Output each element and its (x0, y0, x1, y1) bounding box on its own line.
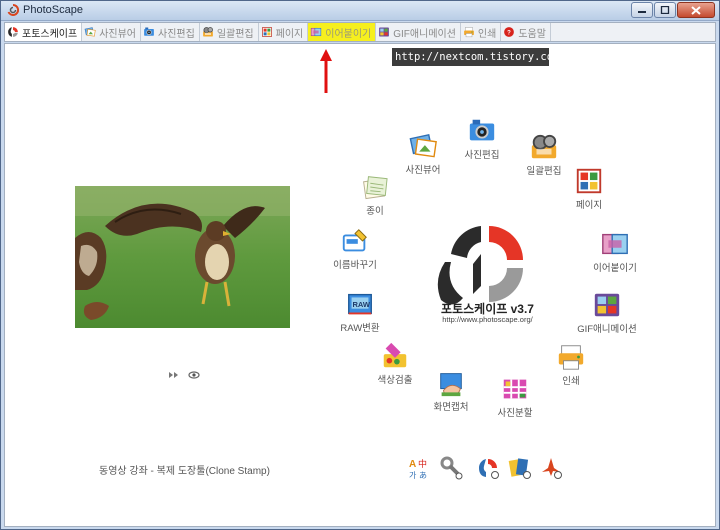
app-website-url[interactable]: http://www.photoscape.org/ (425, 315, 550, 324)
slideshow-icon[interactable] (167, 370, 179, 380)
minimize-button[interactable] (631, 2, 653, 18)
tab-page[interactable]: 페이지 (259, 23, 309, 41)
tab-editor[interactable]: 사진편집 (141, 23, 200, 41)
combine-icon (575, 229, 655, 259)
help-icon: ? (503, 26, 515, 38)
photoscape-app-icon (7, 4, 19, 16)
svg-text:A: A (409, 459, 416, 470)
svg-text:RAW: RAW (353, 300, 371, 309)
paper-icon (335, 172, 415, 202)
tab-print[interactable]: 인쇄 (461, 23, 502, 41)
photoscape-mini-logo-icon[interactable] (476, 456, 500, 480)
gif-icon (567, 290, 647, 320)
watermark-url: http://nextcom.tistory.com (392, 48, 559, 66)
page-icon (261, 26, 273, 38)
svg-text:中: 中 (418, 458, 427, 470)
photoscape-icon (7, 26, 19, 38)
tab-label: 이어붙이기 (325, 28, 372, 40)
close-button[interactable] (677, 2, 715, 18)
tab-batch[interactable]: 일괄편집 (200, 23, 259, 41)
tab-label: 일괄편집 (216, 28, 254, 40)
tab-bar: 포토스케이프 사진뷰어 사진편집 일괄편집 페이지 이어붙이기 GIF애니메이션 인쇄? 도움말 (4, 22, 716, 42)
tab-viewer[interactable]: 사진뷰어 (82, 23, 142, 41)
raw-icon: RAW (320, 289, 400, 319)
tab-label: GIF애니메이션 (393, 28, 456, 40)
svg-text:?: ? (507, 30, 511, 36)
viewer-icon (84, 26, 96, 38)
menu-item-label: 페이지 (575, 200, 603, 211)
tools-wrench-icon[interactable] (439, 456, 463, 480)
preview-photo (75, 186, 290, 328)
combine-icon (310, 26, 322, 38)
tab-label: 인쇄 (477, 28, 497, 40)
tab-home[interactable]: 포토스케이프 (5, 23, 83, 41)
window-title: PhotoScape (23, 4, 83, 16)
menu-item-label: GIF애니메이션 (577, 324, 637, 335)
maximize-icon (660, 6, 670, 14)
svg-text:あ: あ (419, 471, 427, 480)
maximize-button[interactable] (654, 2, 676, 18)
red-arrow-annotation (320, 49, 332, 93)
pdf-tool-icon[interactable] (508, 456, 532, 480)
tab-label: 포토스케이프 (22, 28, 78, 40)
menu-item-split[interactable]: 사진분할 (475, 374, 555, 419)
minimize-icon (638, 11, 646, 13)
gif-icon (378, 26, 390, 38)
menu-item-label: RAW변환 (340, 323, 380, 334)
batch-icon (202, 26, 214, 38)
main-panel: http://nextcom.tistory.com 동영상 강좌 - 복제 도… (4, 43, 716, 527)
photoscape-logo[interactable] (437, 214, 537, 314)
svg-text:가: 가 (409, 471, 417, 480)
rename-icon (315, 226, 395, 256)
menu-item-page[interactable]: 페이지 (549, 166, 629, 211)
batch-icon (504, 132, 584, 162)
tab-label: 페이지 (275, 28, 304, 40)
editor-icon (143, 26, 155, 38)
tab-label: 도움말 (518, 28, 546, 40)
menu-item-rename[interactable]: 이름바꾸기 (315, 226, 395, 271)
menu-item-combine[interactable]: 이어붙이기 (575, 229, 655, 274)
menu-item-label: 사진분할 (497, 408, 533, 419)
translate-icon[interactable]: A 中 가 あ (408, 456, 432, 480)
title-bar[interactable]: PhotoScape (1, 1, 719, 21)
photoscape-window: PhotoScape 포토스케이프 사진뷰어 사진편집 일괄편집 페이지 이어붙이기 GIF… (0, 0, 720, 530)
split-icon (475, 374, 555, 404)
tab-combine[interactable]: 이어붙이기 (308, 23, 377, 41)
menu-item-label: 이름바꾸기 (333, 260, 377, 271)
close-icon (691, 5, 701, 15)
page-icon (549, 166, 629, 196)
rocket-tool-icon[interactable] (539, 456, 563, 480)
view-eye-icon[interactable] (188, 370, 200, 380)
menu-item-paper[interactable]: 종이 (335, 172, 415, 217)
tab-label: 사진편집 (158, 28, 195, 40)
menu-item-label: 이어붙이기 (593, 263, 637, 274)
menu-item-gif[interactable]: GIF애니메이션 (567, 290, 647, 335)
color-picker-icon (355, 341, 435, 371)
print-icon (531, 342, 611, 372)
video-tutorial-link[interactable]: 동영상 강좌 - 복제 도장툴(Clone Stamp) (99, 462, 270, 477)
menu-item-label: 종이 (366, 206, 384, 217)
menu-item-raw[interactable]: RAW RAW변환 (320, 289, 400, 334)
tab-help[interactable]: ? 도움말 (501, 23, 551, 41)
tab-label: 사진뷰어 (99, 28, 137, 40)
print-icon (463, 26, 475, 38)
tab-gif[interactable]: GIF애니메이션 (376, 23, 461, 41)
